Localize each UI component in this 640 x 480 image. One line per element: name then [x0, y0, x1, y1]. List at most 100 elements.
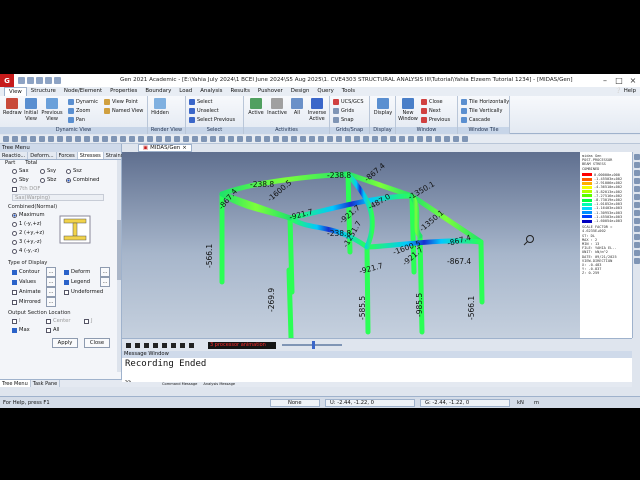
- toolbar-tool-icon[interactable]: [3, 136, 9, 142]
- values-more-button[interactable]: ...: [46, 277, 56, 287]
- redraw-button[interactable]: Redraw: [3, 98, 22, 116]
- combined-2[interactable]: 2 (+y,+z): [12, 230, 44, 236]
- toolbar-tool-icon[interactable]: [138, 136, 144, 142]
- legend-checkbox[interactable]: [64, 279, 69, 285]
- sax-radio[interactable]: [12, 168, 17, 174]
- toolbar-tool-icon[interactable]: [327, 136, 333, 142]
- new-window-button[interactable]: New Window: [398, 98, 418, 122]
- seventh-dof-option[interactable]: 7th DOF: [12, 186, 40, 192]
- play-icon[interactable]: [126, 342, 131, 348]
- initial-view-button[interactable]: Initial View: [22, 98, 40, 122]
- toolbar-tool-icon[interactable]: [66, 136, 72, 142]
- cascade-button[interactable]: Cascade: [461, 117, 490, 123]
- component-sbz[interactable]: Sbz: [40, 177, 56, 183]
- toolbar-tool-icon[interactable]: [30, 136, 36, 142]
- output-j-checkbox[interactable]: [84, 318, 89, 324]
- combined-radio[interactable]: [66, 177, 71, 183]
- display-mirrored[interactable]: Mirrored: [12, 299, 41, 305]
- unit-force-select[interactable]: kN: [517, 400, 524, 406]
- toolbar-tool-icon[interactable]: [300, 136, 306, 142]
- combined-3[interactable]: 3 (+y,-z): [12, 239, 42, 245]
- analysis-message-tab[interactable]: Analysis Message: [203, 382, 235, 387]
- tree-tab-deform-[interactable]: Deform...: [28, 152, 57, 159]
- tree-scrollbar[interactable]: [117, 160, 121, 372]
- toolbar-tool-icon[interactable]: [93, 136, 99, 142]
- toolbar-tool-icon[interactable]: [120, 136, 126, 142]
- output-all-checkbox[interactable]: [46, 327, 51, 333]
- side-tool-icon[interactable]: [634, 210, 640, 216]
- toolbar-tool-icon[interactable]: [399, 136, 405, 142]
- toolbar-tool-icon[interactable]: [246, 136, 252, 142]
- loop-icon[interactable]: [189, 342, 194, 348]
- display-contour[interactable]: Contour: [12, 269, 40, 275]
- tree-menu-tab[interactable]: Tree Menu: [0, 380, 31, 387]
- window-next-button[interactable]: Next: [421, 108, 441, 114]
- toolbar-tool-icon[interactable]: [381, 136, 387, 142]
- side-tool-icon[interactable]: [634, 162, 640, 168]
- side-tool-icon[interactable]: [634, 186, 640, 192]
- all-button[interactable]: All: [290, 98, 304, 116]
- display-animate[interactable]: Animate: [12, 289, 41, 295]
- menu-tab-query[interactable]: Query: [313, 87, 337, 96]
- combined-maximum[interactable]: Maximum: [12, 212, 45, 218]
- step-back-icon[interactable]: [162, 342, 167, 348]
- save-icon[interactable]: [36, 77, 43, 84]
- toolbar-tool-icon[interactable]: [282, 136, 288, 142]
- values-checkbox[interactable]: [12, 279, 17, 285]
- output-j[interactable]: J: [84, 318, 93, 324]
- toolbar-tool-icon[interactable]: [201, 136, 207, 142]
- toolbar-tool-icon[interactable]: [237, 136, 243, 142]
- toolbar-tool-icon[interactable]: [255, 136, 261, 142]
- seventh-dof-checkbox[interactable]: [12, 186, 17, 192]
- side-tool-icon[interactable]: [634, 202, 640, 208]
- option-4-radio[interactable]: [12, 248, 17, 254]
- toolbar-tool-icon[interactable]: [57, 136, 63, 142]
- display-values[interactable]: Values: [12, 279, 36, 285]
- toolbar-tool-icon[interactable]: [102, 136, 108, 142]
- close-button[interactable]: ×: [626, 74, 640, 87]
- close-tab-icon[interactable]: ×: [182, 145, 187, 152]
- close-panel-button[interactable]: Close: [84, 338, 110, 348]
- step-forward-icon[interactable]: [171, 342, 176, 348]
- deform-more-button[interactable]: ...: [100, 267, 110, 277]
- ssy-radio[interactable]: [40, 168, 45, 174]
- output-all[interactable]: All: [46, 327, 59, 333]
- tree-tab-stresses[interactable]: Stresses: [77, 152, 104, 159]
- component-sby[interactable]: Sby: [12, 177, 29, 183]
- pause-icon[interactable]: [135, 342, 140, 348]
- toolbar-tool-icon[interactable]: [156, 136, 162, 142]
- minimize-button[interactable]: –: [598, 74, 612, 87]
- inactive-button[interactable]: Inactive: [266, 98, 288, 116]
- output-max[interactable]: Max: [12, 327, 30, 333]
- sby-radio[interactable]: [12, 177, 17, 183]
- component-sax[interactable]: Sax: [12, 168, 29, 174]
- document-tab[interactable]: ▣ MIDAS/Gen ×: [138, 144, 192, 152]
- menu-tab-properties[interactable]: Properties: [106, 87, 141, 96]
- window-close-button[interactable]: Close: [421, 99, 443, 105]
- toolbar-tool-icon[interactable]: [390, 136, 396, 142]
- toolbar-tool-icon[interactable]: [39, 136, 45, 142]
- side-tool-icon[interactable]: [634, 234, 640, 240]
- side-tool-icon[interactable]: [634, 194, 640, 200]
- stop-icon[interactable]: [144, 342, 149, 348]
- named-view-button[interactable]: Named View: [104, 108, 143, 114]
- active-button[interactable]: Active: [247, 98, 265, 116]
- mirrored-more-button[interactable]: ...: [46, 297, 56, 307]
- view-point-button[interactable]: View Point: [104, 99, 138, 105]
- toolbar-tool-icon[interactable]: [462, 136, 468, 142]
- snap-button[interactable]: Snap: [333, 117, 354, 123]
- tree-scrollbar-thumb[interactable]: [117, 220, 121, 280]
- combined-1[interactable]: 1 (-y,+z): [12, 221, 42, 227]
- combined-4[interactable]: 4 (-y,-z): [12, 248, 39, 254]
- deform-checkbox[interactable]: [64, 269, 69, 275]
- sbz-radio[interactable]: [40, 177, 45, 183]
- toolbar-tool-icon[interactable]: [435, 136, 441, 142]
- display-legend[interactable]: Legend: [64, 279, 90, 285]
- undeformed-checkbox[interactable]: [64, 289, 69, 295]
- animate-checkbox[interactable]: [12, 289, 17, 295]
- menu-tab-results[interactable]: Results: [226, 87, 253, 96]
- select-previous-button[interactable]: Select Previous: [189, 117, 235, 123]
- component-ssy[interactable]: Ssy: [40, 168, 56, 174]
- toolbar-tool-icon[interactable]: [264, 136, 270, 142]
- open-file-icon[interactable]: [27, 77, 34, 84]
